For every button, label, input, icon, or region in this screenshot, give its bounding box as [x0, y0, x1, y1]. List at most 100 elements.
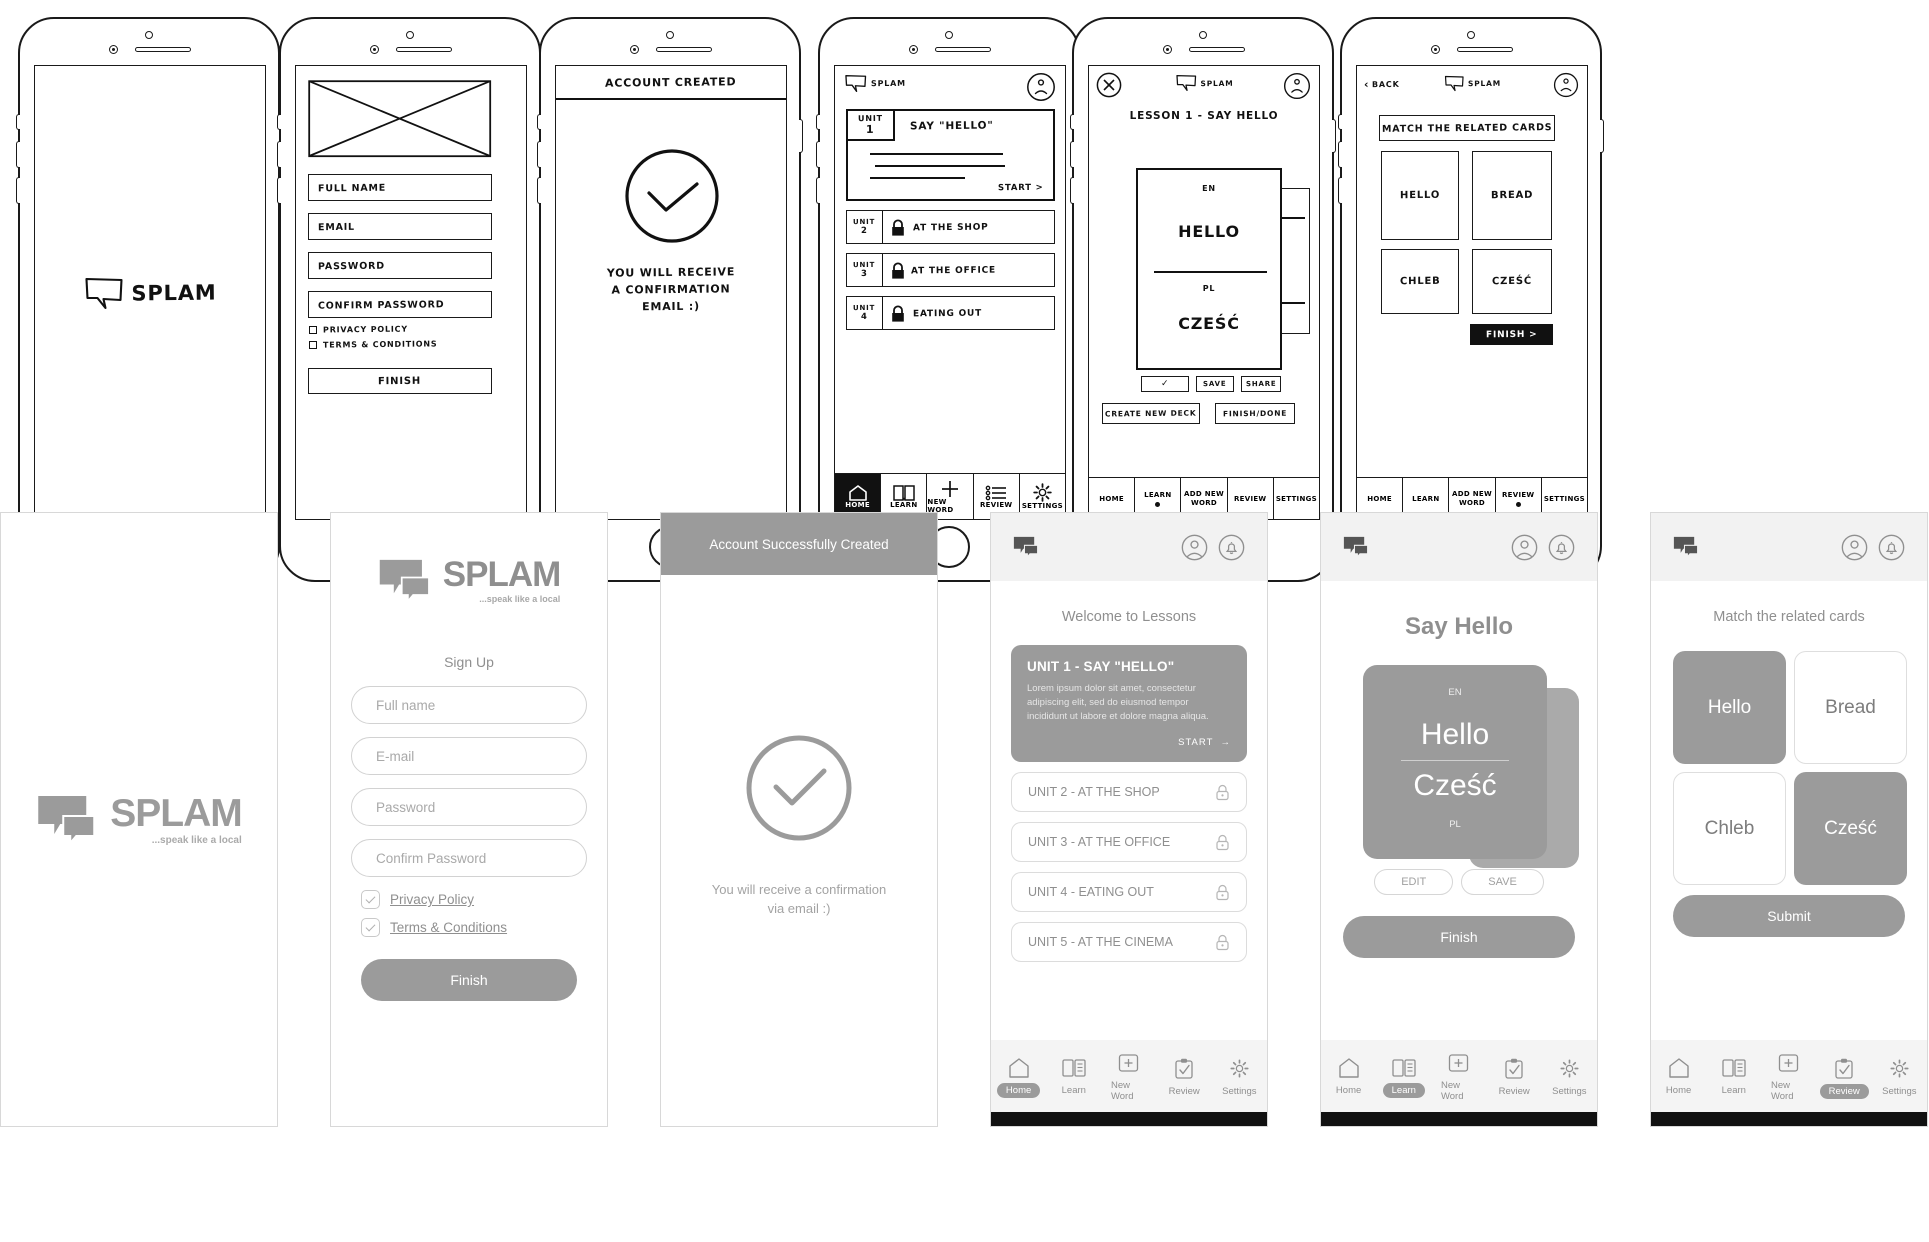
- match-card-bread[interactable]: Bread: [1794, 651, 1907, 764]
- confirm-password-field[interactable]: Confirm Password: [351, 839, 587, 877]
- full-name-field[interactable]: Full name: [351, 686, 587, 724]
- nav-item-review[interactable]: Review: [1157, 1058, 1211, 1099]
- volume-button[interactable]: [1070, 114, 1074, 130]
- nav-item-home[interactable]: Home: [1322, 1058, 1376, 1098]
- volume-button[interactable]: [277, 114, 281, 130]
- wf-flashcard[interactable]: EN HELLO PL CZEŚĆ: [1136, 168, 1282, 370]
- power-button[interactable]: [1332, 119, 1336, 153]
- volume-down-button[interactable]: [1338, 177, 1342, 204]
- volume-up-button[interactable]: [1070, 141, 1074, 168]
- volume-button[interactable]: [1338, 114, 1342, 130]
- match-card-chleb[interactable]: Chleb: [1673, 772, 1786, 885]
- password-field[interactable]: Password: [351, 788, 587, 826]
- volume-down-button[interactable]: [277, 177, 281, 204]
- nav-item-home[interactable]: Home: [1652, 1058, 1706, 1098]
- sad-face-avatar-icon[interactable]: [1283, 72, 1311, 100]
- volume-up-button[interactable]: [16, 141, 20, 168]
- speech-bubble-logo[interactable]: [1013, 536, 1041, 558]
- wf-input-password[interactable]: PASSWORD: [308, 252, 492, 279]
- close-x-icon[interactable]: [1096, 72, 1122, 98]
- nav-item-new-word[interactable]: New Word: [1102, 1053, 1156, 1104]
- unit-row[interactable]: UNIT 5 - AT THE CINEMA: [1011, 922, 1247, 963]
- volume-up-button[interactable]: [816, 141, 820, 168]
- volume-up-button[interactable]: [277, 141, 281, 168]
- finish-button[interactable]: Finish: [361, 959, 577, 1001]
- nav-item-new-word[interactable]: New Word: [1432, 1053, 1486, 1104]
- featured-start-link[interactable]: START →: [1027, 737, 1231, 748]
- wf-finish-button[interactable]: FINISH >: [1470, 324, 1553, 345]
- match-card-hello[interactable]: Hello: [1673, 651, 1786, 764]
- unit-row[interactable]: UNIT 3 - AT THE OFFICE: [1011, 822, 1247, 863]
- nav-item-settings[interactable]: Settings: [1542, 1058, 1596, 1099]
- speech-bubble-logo[interactable]: [1673, 536, 1701, 558]
- bell-icon[interactable]: [1548, 534, 1575, 561]
- profile-icon[interactable]: [1181, 534, 1208, 561]
- app-header: [991, 513, 1267, 581]
- wf-create-deck-button[interactable]: CREATE NEW DECK: [1102, 403, 1200, 424]
- nav-item-settings[interactable]: Settings: [1872, 1058, 1926, 1099]
- volume-up-button[interactable]: [537, 141, 541, 168]
- terms-checkbox[interactable]: Terms & Conditions: [361, 918, 587, 937]
- nav-item-new-word[interactable]: New Word: [1762, 1053, 1816, 1104]
- wf-unit-card-active[interactable]: UNIT 1 SAY "HELLO" START >: [846, 109, 1055, 201]
- volume-down-button[interactable]: [16, 177, 20, 204]
- volume-button[interactable]: [16, 114, 20, 130]
- volume-button[interactable]: [816, 114, 820, 130]
- nav-item-home[interactable]: Home: [992, 1058, 1046, 1098]
- email-field[interactable]: E-mail: [351, 737, 587, 775]
- nav-item-learn[interactable]: Learn: [1707, 1058, 1761, 1098]
- wf-input-email[interactable]: EMAIL: [308, 213, 492, 240]
- nav-item-review[interactable]: Review: [1817, 1058, 1871, 1099]
- wf-checkbox-terms[interactable]: TERMS & CONDITIONS: [309, 339, 437, 350]
- submit-button[interactable]: Submit: [1673, 895, 1905, 937]
- volume-button[interactable]: [537, 114, 541, 130]
- bell-icon[interactable]: [1878, 534, 1905, 561]
- unit-row[interactable]: UNIT 2 - AT THE SHOP: [1011, 772, 1247, 813]
- flashcard-front[interactable]: EN Hello Cześć PL: [1363, 665, 1547, 859]
- wf-unit-row[interactable]: UNIT 2 AT THE SHOP: [846, 210, 1055, 244]
- save-button[interactable]: SAVE: [1461, 869, 1544, 895]
- power-button[interactable]: [1600, 119, 1604, 153]
- wf-save-button[interactable]: SAVE: [1196, 376, 1234, 392]
- profile-icon[interactable]: [1511, 534, 1538, 561]
- wf-share-button[interactable]: SHARE: [1241, 376, 1281, 392]
- nav-item-review[interactable]: Review: [1487, 1058, 1541, 1099]
- wf-finish-done-button[interactable]: FINISH/DONE: [1215, 403, 1295, 424]
- speech-bubble-logo[interactable]: [1343, 536, 1371, 558]
- camera-icon: [909, 45, 918, 54]
- wf-check-button[interactable]: ✓: [1141, 376, 1189, 392]
- finish-button[interactable]: Finish: [1343, 916, 1575, 958]
- terms-link[interactable]: Terms & Conditions: [390, 920, 507, 935]
- privacy-policy-link[interactable]: Privacy Policy: [390, 892, 474, 907]
- edit-button[interactable]: EDIT: [1374, 869, 1454, 895]
- wf-input-full-name[interactable]: FULL NAME: [308, 174, 492, 201]
- featured-unit-card[interactable]: UNIT 1 - SAY "HELLO" Lorem ipsum dolor s…: [1011, 645, 1247, 763]
- wf-match-card[interactable]: BREAD: [1472, 151, 1552, 240]
- wf-match-card[interactable]: HELLO: [1381, 151, 1459, 240]
- volume-down-button[interactable]: [1070, 177, 1074, 204]
- sad-face-avatar-icon[interactable]: [1026, 72, 1056, 102]
- volume-up-button[interactable]: [1338, 141, 1342, 168]
- power-button[interactable]: [799, 119, 803, 153]
- sad-face-avatar-icon[interactable]: [1553, 72, 1579, 98]
- wf-unit-row[interactable]: UNIT 4 EATING OUT: [846, 296, 1055, 330]
- privacy-policy-checkbox[interactable]: Privacy Policy: [361, 890, 587, 909]
- volume-down-button[interactable]: [537, 177, 541, 204]
- wf-unit-row[interactable]: UNIT 3 AT THE OFFICE: [846, 253, 1055, 287]
- nav-item-settings[interactable]: Settings: [1212, 1058, 1266, 1099]
- nav-item-learn[interactable]: Learn: [1047, 1058, 1101, 1098]
- match-card-czesc[interactable]: Cześć: [1794, 772, 1907, 885]
- wf-back-button[interactable]: ‹ BACK: [1364, 78, 1400, 91]
- bell-icon[interactable]: [1218, 534, 1245, 561]
- wf-finish-button[interactable]: FINISH: [308, 368, 492, 394]
- wf-checkbox-privacy-policy[interactable]: PRIVACY POLICY: [309, 325, 408, 334]
- wf-input-confirm-password[interactable]: CONFIRM PASSWORD: [308, 291, 492, 318]
- unit-row[interactable]: UNIT 4 - EATING OUT: [1011, 872, 1247, 913]
- nav-item-learn[interactable]: Learn: [1377, 1058, 1431, 1098]
- wf-start-link[interactable]: START >: [997, 183, 1043, 193]
- volume-down-button[interactable]: [816, 177, 820, 204]
- profile-icon[interactable]: [1841, 534, 1868, 561]
- wf-match-card[interactable]: CZEŚĆ: [1472, 249, 1552, 314]
- wf-match-card[interactable]: CHLEB: [1381, 249, 1459, 314]
- mockup-account-created: Account Successfully Created You will re…: [660, 512, 938, 1127]
